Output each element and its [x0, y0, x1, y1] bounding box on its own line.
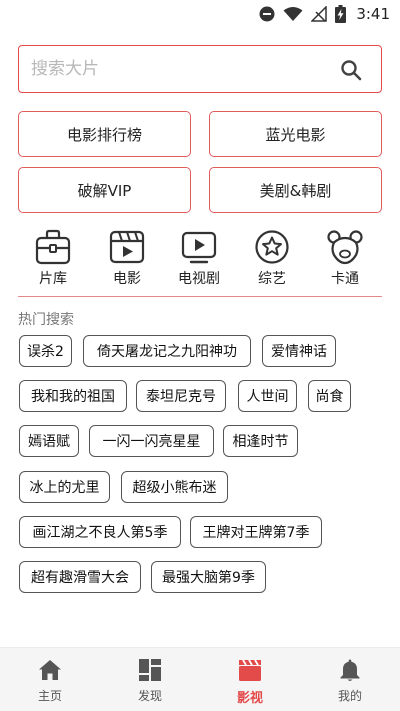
hot-search-tag[interactable]: 我和我的祖国 [19, 380, 127, 412]
clapperboard-icon [239, 659, 261, 681]
category-movie[interactable]: 电影 [92, 229, 162, 291]
nav-label: 发现 [137, 689, 162, 703]
search-input[interactable] [31, 54, 321, 84]
category-label: 片库 [39, 271, 67, 287]
film-clapper-icon [109, 230, 145, 264]
ranking-button[interactable]: 电影排行榜 [18, 111, 191, 157]
bottom-nav: 主页 发现 影视 我的 [0, 647, 400, 711]
hot-search-tag[interactable]: 泰坦尼克号 [136, 380, 226, 412]
nav-discover[interactable]: 发现 [110, 658, 190, 708]
hot-search-tag[interactable]: 超有趣滑雪大会 [19, 561, 141, 593]
wifi-icon [283, 7, 303, 21]
nav-mine[interactable]: 我的 [310, 658, 390, 708]
nav-label: 我的 [337, 689, 362, 703]
hot-search-tag[interactable]: 相逢时节 [223, 425, 298, 457]
category-label: 综艺 [258, 271, 286, 287]
bluray-button-label: 蓝光电影 [265, 125, 326, 144]
bluray-button[interactable]: 蓝光电影 [209, 111, 382, 157]
category-library[interactable]: 片库 [18, 229, 88, 291]
category-label: 电视剧 [178, 271, 220, 287]
vip-button[interactable]: 破解VIP [18, 167, 191, 213]
category-label: 卡通 [331, 271, 359, 287]
nav-label: 主页 [37, 689, 62, 703]
home-icon [39, 660, 61, 680]
hot-search-tag[interactable]: 超级小熊布迷 [121, 471, 228, 503]
nav-movies[interactable]: 影视 [210, 658, 290, 708]
hot-search-tag[interactable]: 误杀2 [19, 335, 72, 367]
hot-search-tag[interactable]: 最强大脑第9季 [151, 561, 266, 593]
star-circle-icon [255, 230, 289, 264]
hot-search-tag[interactable]: 王牌对王牌第7季 [190, 516, 322, 548]
category-tv[interactable]: 电视剧 [164, 229, 234, 291]
minus-circle-icon [259, 6, 275, 22]
hot-search-tag[interactable]: 画江湖之不良人第5季 [19, 516, 181, 548]
category-cartoon[interactable]: 卡通 [310, 229, 380, 291]
search-box[interactable] [18, 45, 382, 93]
us-kr-drama-button[interactable]: 美剧&韩剧 [209, 167, 382, 213]
no-signal-icon [311, 6, 328, 22]
hot-search-tag[interactable]: 倚天屠龙记之九阳神功 [83, 335, 251, 367]
hot-search-tag[interactable]: 冰上的尤里 [19, 471, 110, 503]
us-kr-drama-button-label: 美剧&韩剧 [259, 181, 332, 200]
vip-button-label: 破解VIP [77, 181, 132, 200]
bell-icon [340, 659, 360, 681]
search-icon[interactable] [339, 58, 363, 82]
hot-search-title: 热门搜索 [18, 312, 74, 328]
toolbox-icon [35, 229, 71, 265]
hot-search-tag[interactable]: 人世间 [238, 380, 297, 412]
status-icons: 3:41 [259, 4, 390, 24]
category-row: 片库 电影 电视剧 综艺 卡通 [0, 229, 400, 291]
status-bar: 3:41 [0, 0, 400, 28]
ranking-button-label: 电影排行榜 [66, 125, 142, 144]
hot-search-tag[interactable]: 尚食 [308, 380, 351, 412]
nav-label: 影视 [236, 691, 263, 706]
category-label: 电影 [113, 271, 141, 287]
nav-home[interactable]: 主页 [10, 658, 90, 708]
battery-charging-icon [335, 5, 347, 23]
hot-search-tag[interactable]: 爱情神话 [262, 335, 336, 367]
tv-play-icon [181, 231, 217, 264]
bear-icon [327, 230, 363, 265]
section-divider [18, 296, 382, 297]
hot-search-tag[interactable]: 嫣语赋 [19, 425, 79, 457]
category-variety[interactable]: 综艺 [237, 229, 307, 291]
grid-icon [139, 659, 161, 681]
hot-search-tag[interactable]: 一闪一闪亮星星 [89, 425, 214, 457]
status-time: 3:41 [356, 5, 390, 23]
